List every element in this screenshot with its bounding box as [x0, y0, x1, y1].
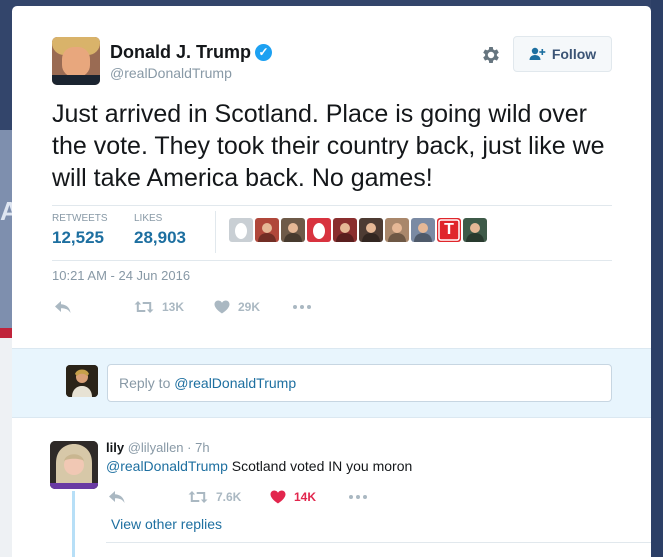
- likes-count[interactable]: 28,903: [134, 228, 186, 248]
- reply-more-button[interactable]: [348, 490, 368, 504]
- divider: [52, 205, 612, 206]
- follow-button[interactable]: Follow: [513, 36, 612, 72]
- like-count: 29K: [238, 300, 261, 314]
- tweet-timestamp[interactable]: 10:21 AM - 24 Jun 2016: [52, 268, 190, 283]
- tweet-modal: Donald J. Trump ✓ @realDonaldTrump Follo…: [12, 6, 651, 557]
- reply-icon: [55, 301, 71, 313]
- tweet-actions: 13K 29K: [12, 296, 651, 320]
- retweet-icon: [188, 491, 208, 503]
- reply-reply-button[interactable]: [108, 490, 126, 504]
- retweets-label: RETWEETS: [52, 213, 108, 224]
- likes-label: LIKES: [134, 213, 163, 224]
- more-icon: [293, 305, 311, 309]
- liker-avatars: T: [229, 218, 487, 242]
- user-avatar[interactable]: [281, 218, 305, 242]
- reply-button[interactable]: [54, 300, 72, 314]
- letter-t-avatar[interactable]: T: [437, 218, 461, 242]
- background-left-strip: [0, 130, 12, 330]
- reply-author-name[interactable]: lily: [106, 440, 124, 455]
- divider: [52, 260, 612, 261]
- more-button[interactable]: [292, 300, 312, 314]
- more-icon: [349, 495, 367, 499]
- tweet-text: Just arrived in Scotland. Place is going…: [52, 100, 605, 192]
- divider: [215, 211, 216, 253]
- reply-text-mention[interactable]: @realDonaldTrump: [106, 458, 228, 474]
- reply-retweet-count: 7.6K: [216, 490, 242, 504]
- user-avatar[interactable]: [255, 218, 279, 242]
- background-right-strip: [651, 0, 663, 557]
- author-handle[interactable]: @realDonaldTrump: [110, 65, 232, 81]
- user-avatar[interactable]: [411, 218, 435, 242]
- reply-author-meta[interactable]: @lilyallen · 7h: [128, 440, 210, 455]
- reply-retweet-button[interactable]: 7.6K: [188, 490, 241, 504]
- egg-avatar[interactable]: [229, 218, 253, 242]
- heart-icon: [270, 490, 286, 504]
- add-user-icon: [529, 47, 546, 60]
- reply-actions: 7.6K 14K: [12, 486, 651, 508]
- user-avatar[interactable]: [359, 218, 383, 242]
- gear-icon[interactable]: [480, 44, 502, 66]
- user-avatar[interactable]: [333, 218, 357, 242]
- reply-author-avatar[interactable]: [50, 441, 98, 489]
- reply-like-button[interactable]: 14K: [270, 490, 316, 504]
- reply-like-count: 14K: [294, 490, 317, 504]
- reply-input[interactable]: Reply to @realDonaldTrump: [107, 364, 612, 402]
- reply-text-body: Scotland voted IN you moron: [227, 458, 413, 474]
- retweets-count[interactable]: 12,525: [52, 228, 104, 248]
- reply-mention: @realDonaldTrump: [174, 375, 297, 391]
- retweet-icon: [134, 301, 154, 313]
- heart-icon: [214, 300, 230, 314]
- reply-icon: [109, 491, 125, 503]
- reply-header: lily @lilyallen · 7h: [106, 440, 210, 455]
- current-user-avatar: [66, 365, 98, 397]
- reply-text: @realDonaldTrump Scotland voted IN you m…: [106, 458, 412, 474]
- verified-badge-icon: ✓: [255, 44, 272, 61]
- avatar-letter: T: [444, 221, 454, 238]
- view-other-replies-link[interactable]: View other replies: [111, 516, 222, 532]
- retweet-count: 13K: [162, 300, 185, 314]
- divider: [106, 542, 651, 543]
- author-avatar[interactable]: [52, 37, 100, 85]
- egg-avatar[interactable]: [307, 218, 331, 242]
- retweet-button[interactable]: 13K: [134, 300, 184, 314]
- like-button[interactable]: 29K: [214, 300, 260, 314]
- user-avatar[interactable]: [385, 218, 409, 242]
- follow-label: Follow: [551, 46, 597, 62]
- reply-prefix: Reply to: [119, 375, 175, 391]
- user-avatar[interactable]: [463, 218, 487, 242]
- author-name[interactable]: Donald J. Trump: [110, 42, 251, 63]
